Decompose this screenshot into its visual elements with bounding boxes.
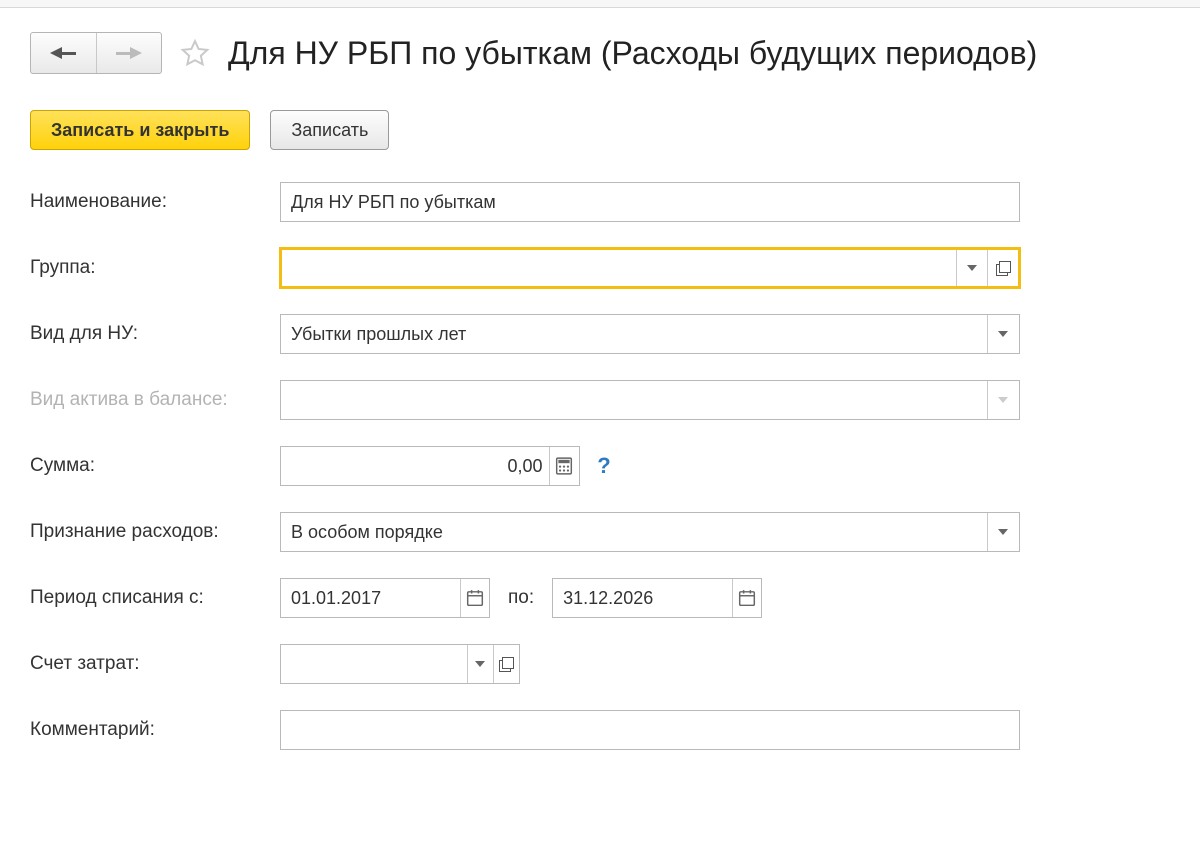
window-tabs-bar <box>0 0 1200 8</box>
nu-type-field[interactable] <box>280 314 1020 354</box>
label-nu-type: Вид для НУ: <box>30 323 280 345</box>
row-name: Наименование: <box>30 182 1040 222</box>
period-to-calendar-button[interactable] <box>732 579 761 617</box>
header: Для НУ РБП по убыткам (Расходы будущих п… <box>30 32 1170 74</box>
label-name: Наименование: <box>30 191 280 213</box>
row-comment: Комментарий: <box>30 710 1040 750</box>
calculator-icon <box>555 457 573 475</box>
row-cost-account: Счет затрат: <box>30 644 1040 684</box>
page-title: Для НУ РБП по убыткам (Расходы будущих п… <box>228 35 1037 72</box>
chevron-down-icon <box>998 331 1008 337</box>
comment-field[interactable] <box>280 710 1020 750</box>
nav-forward-button[interactable] <box>96 33 162 73</box>
label-amount: Сумма: <box>30 455 280 477</box>
recognition-field[interactable] <box>280 512 1020 552</box>
label-period-from: Период списания с: <box>30 587 280 609</box>
label-asset-type: Вид актива в балансе: <box>30 389 280 411</box>
label-group: Группа: <box>30 257 280 279</box>
favorite-star-button[interactable] <box>178 36 212 70</box>
cost-account-open-button[interactable] <box>493 645 519 683</box>
period-from-calendar-button[interactable] <box>460 579 489 617</box>
open-dialog-icon <box>996 261 1010 275</box>
label-recognition: Признание расходов: <box>30 521 280 543</box>
recognition-dropdown-button[interactable] <box>987 513 1020 551</box>
label-period-to: по: <box>508 587 534 609</box>
label-comment: Комментарий: <box>30 719 280 741</box>
amount-help-button[interactable]: ? <box>594 453 614 479</box>
calendar-icon <box>466 589 484 607</box>
comment-input[interactable] <box>281 711 1019 749</box>
row-amount: Сумма: ? <box>30 446 1040 486</box>
star-icon <box>180 38 210 68</box>
asset-type-field <box>280 380 1020 420</box>
arrow-left-icon <box>50 47 76 59</box>
cost-account-dropdown-button[interactable] <box>467 645 493 683</box>
open-dialog-icon <box>499 657 513 671</box>
name-input[interactable] <box>281 183 1019 221</box>
save-and-close-button[interactable]: Записать и закрыть <box>30 110 250 150</box>
arrow-right-icon <box>116 47 142 59</box>
name-field[interactable] <box>280 182 1020 222</box>
chevron-down-icon <box>475 661 485 667</box>
nav-back-button[interactable] <box>31 33 96 73</box>
period-to-field[interactable] <box>552 578 762 618</box>
group-field[interactable] <box>280 248 1020 288</box>
period-from-input[interactable] <box>281 579 460 617</box>
row-nu-type: Вид для НУ: <box>30 314 1040 354</box>
group-input[interactable] <box>282 250 956 286</box>
nu-type-dropdown-button[interactable] <box>987 315 1020 353</box>
group-open-button[interactable] <box>987 250 1018 286</box>
toolbar: Записать и закрыть Записать <box>30 110 1170 150</box>
chevron-down-icon <box>998 529 1008 535</box>
cost-account-field[interactable] <box>280 644 520 684</box>
amount-calc-button[interactable] <box>549 447 579 485</box>
calendar-icon <box>738 589 756 607</box>
row-asset-type: Вид актива в балансе: <box>30 380 1040 420</box>
recognition-input[interactable] <box>281 513 987 551</box>
form: Наименование: Группа: Вид для НУ: Вид ак… <box>30 182 1040 750</box>
amount-field[interactable] <box>280 446 580 486</box>
group-dropdown-button[interactable] <box>956 250 987 286</box>
period-from-field[interactable] <box>280 578 490 618</box>
asset-type-dropdown-button <box>987 381 1020 419</box>
period-to-input[interactable] <box>553 579 732 617</box>
asset-type-input <box>281 381 987 419</box>
nu-type-input[interactable] <box>281 315 987 353</box>
chevron-down-icon <box>998 397 1008 403</box>
row-period: Период списания с: по: <box>30 578 1040 618</box>
row-group: Группа: <box>30 248 1040 288</box>
label-cost-account: Счет затрат: <box>30 653 280 675</box>
nav-buttons <box>30 32 162 74</box>
amount-input[interactable] <box>281 447 549 485</box>
cost-account-input[interactable] <box>281 645 467 683</box>
save-button[interactable]: Записать <box>270 110 389 150</box>
row-recognition: Признание расходов: <box>30 512 1040 552</box>
form-page: Для НУ РБП по убыткам (Расходы будущих п… <box>0 8 1200 774</box>
chevron-down-icon <box>967 265 977 271</box>
